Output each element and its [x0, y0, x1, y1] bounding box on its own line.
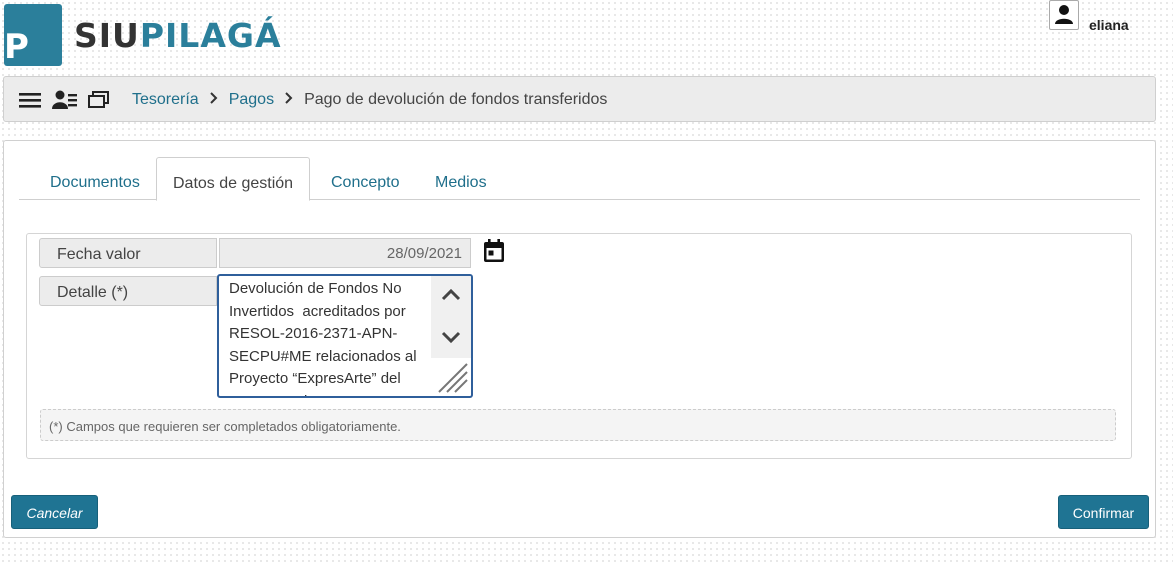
chevron-right-icon: [209, 91, 219, 109]
tab-documentos[interactable]: Documentos: [34, 157, 156, 199]
chevron-up-icon[interactable]: [440, 286, 462, 302]
form-box: Fecha valor 28/09/2021 Detalle (*) Devol…: [26, 233, 1132, 459]
breadcrumb-tesoreria[interactable]: Tesorería: [132, 91, 199, 109]
calendar-icon[interactable]: [483, 239, 505, 263]
tab-bar: Documentos Datos de gestión Concepto Med…: [19, 157, 1140, 201]
menu-icon[interactable]: [18, 90, 42, 110]
resize-handle-icon[interactable]: [435, 360, 469, 394]
chevron-down-icon[interactable]: [440, 330, 462, 346]
confirm-button[interactable]: Confirmar: [1058, 495, 1149, 529]
breadcrumb-current: Pago de devolución de fondos transferido…: [304, 91, 608, 108]
breadcrumb: Tesorería Pagos Pago de devolución de fo…: [132, 91, 607, 109]
detalle-textarea[interactable]: Devolución de Fondos No Invertidos acred…: [217, 274, 473, 398]
windows-icon[interactable]: [88, 90, 110, 110]
user-avatar-button[interactable]: [1049, 0, 1079, 30]
user-name[interactable]: eliana: [1089, 17, 1129, 33]
user-card-icon[interactable]: [52, 89, 78, 111]
tab-medios[interactable]: Medios: [419, 157, 503, 199]
logo-text-part1: SIU: [74, 15, 140, 55]
logo-letter: P: [4, 27, 29, 67]
detalle-label: Detalle (*): [39, 276, 217, 306]
logo-mark: P: [4, 4, 62, 66]
cancel-button[interactable]: Cancelar: [11, 495, 98, 529]
textarea-scrollbar[interactable]: [431, 276, 471, 358]
tab-concepto[interactable]: Concepto: [315, 157, 416, 199]
chevron-right-icon: [284, 91, 294, 109]
logo-text-part2: PILAGÁ: [139, 15, 282, 55]
app-logo[interactable]: P SIUPILAGÁ: [4, 4, 282, 66]
logo-text: SIUPILAGÁ: [74, 16, 282, 55]
fecha-valor-label: Fecha valor: [39, 238, 217, 268]
breadcrumb-bar: Tesorería Pagos Pago de devolución de fo…: [3, 76, 1156, 122]
tab-datos-de-gestion[interactable]: Datos de gestión: [156, 157, 311, 201]
breadcrumb-pagos[interactable]: Pagos: [229, 91, 274, 109]
user-icon: [1055, 5, 1073, 24]
required-fields-note: (*) Campos que requieren ser completados…: [40, 409, 1116, 441]
detalle-text: Devolución de Fondos No Invertidos acred…: [229, 280, 417, 396]
fecha-valor-input[interactable]: 28/09/2021: [219, 238, 471, 268]
main-panel: Documentos Datos de gestión Concepto Med…: [3, 140, 1156, 538]
